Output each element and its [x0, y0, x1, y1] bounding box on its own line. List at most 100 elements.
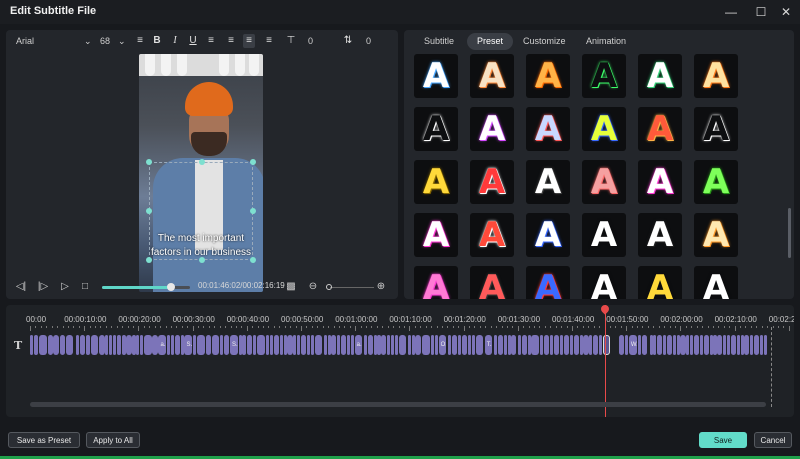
close-icon[interactable]: ✕: [776, 3, 796, 21]
subtitle-clip[interactable]: [327, 335, 331, 355]
subtitle-clip[interactable]: [727, 335, 731, 355]
subtitle-clip[interactable]: [690, 335, 694, 355]
preset-tile[interactable]: A: [582, 213, 626, 257]
timeline-scrollbar[interactable]: [30, 402, 766, 407]
subtitle-clip[interactable]: [238, 335, 242, 355]
subtitle-clip[interactable]: [266, 335, 270, 355]
subtitle-clip[interactable]: [112, 335, 116, 355]
preset-tile[interactable]: A: [414, 107, 458, 151]
subtitle-clip[interactable]: [589, 335, 593, 355]
subtitle-clip[interactable]: [297, 335, 301, 355]
italic-button[interactable]: I: [169, 34, 181, 48]
zoom-slider[interactable]: [330, 287, 374, 288]
subtitle-clip[interactable]: [347, 335, 351, 355]
subtitle-clip[interactable]: [750, 335, 754, 355]
subtitle-clip[interactable]: [377, 335, 381, 355]
preset-tile[interactable]: A: [582, 160, 626, 204]
subtitle-clip[interactable]: [653, 335, 657, 355]
preset-tile[interactable]: A: [694, 107, 738, 151]
subtitle-clip[interactable]: [703, 335, 709, 355]
font-size-select[interactable]: 68 ⌄: [100, 34, 128, 48]
timeline[interactable]: 00:00 00:00:10:00 00:00:20:00 00:00:30:00 00…: [6, 305, 794, 417]
align-left-icon[interactable]: ≡: [205, 34, 217, 48]
preset-tile[interactable]: A: [414, 213, 458, 257]
previous-frame-icon[interactable]: ◁|: [14, 280, 28, 294]
subtitle-clip[interactable]: [563, 335, 569, 355]
subtitle-clip[interactable]: [85, 335, 90, 355]
preset-tile[interactable]: A: [470, 107, 514, 151]
subtitle-clip[interactable]: [136, 335, 140, 355]
time-ruler[interactable]: 00:00 00:00:10:00 00:00:20:00 00:00:30:00 00…: [6, 311, 794, 331]
preset-tile[interactable]: A: [470, 54, 514, 98]
subtitle-clip[interactable]: [709, 335, 713, 355]
subtitle-clip[interactable]: [560, 335, 564, 355]
subtitle-clip[interactable]: [180, 335, 184, 355]
preset-tile[interactable]: A: [638, 107, 682, 151]
subtitle-clip[interactable]: [657, 335, 663, 355]
resize-handle[interactable]: [146, 159, 152, 165]
subtitle-clip[interactable]: [132, 335, 136, 355]
subtitle-clip[interactable]: [373, 335, 377, 355]
subtitle-clip[interactable]: [507, 335, 511, 355]
vertical-align-icon[interactable]: ⊤: [285, 34, 297, 48]
preset-tile[interactable]: A: [526, 160, 570, 204]
stop-icon[interactable]: □: [78, 280, 92, 294]
preset-tile[interactable]: A: [582, 266, 626, 299]
subtitle-clip[interactable]: [109, 335, 113, 355]
subtitle-clip[interactable]: [314, 335, 323, 355]
preset-tile[interactable]: A: [526, 213, 570, 257]
subtitle-clip[interactable]: [60, 335, 65, 355]
subtitle-clip[interactable]: [99, 335, 105, 355]
subtitle-clip[interactable]: [143, 335, 152, 355]
preset-tile[interactable]: A: [470, 213, 514, 257]
underline-button[interactable]: U: [187, 34, 199, 48]
preset-tile[interactable]: A: [414, 54, 458, 98]
zoom-out-icon[interactable]: ⊖: [306, 280, 320, 294]
line-spacing-value[interactable]: 0: [366, 34, 382, 48]
video-preview[interactable]: The most important factors in our busine…: [139, 54, 263, 292]
subtitle-clip[interactable]: [663, 335, 667, 355]
subtitle-clip[interactable]: [699, 335, 703, 355]
subtitle-clip[interactable]: [649, 335, 653, 355]
subtitle-clip[interactable]: [641, 335, 648, 355]
subtitle-clip[interactable]: [497, 335, 503, 355]
text-spacing-icon[interactable]: ≡: [134, 34, 146, 48]
subtitle-clip[interactable]: [257, 335, 265, 355]
preset-tile[interactable]: A: [638, 54, 682, 98]
subtitle-clip[interactable]: [624, 335, 628, 355]
subtitle-clip[interactable]: [686, 335, 690, 355]
resize-handle[interactable]: [199, 159, 205, 165]
font-family-select[interactable]: Arial ⌄: [16, 34, 92, 48]
subtitle-clip[interactable]: a...: [158, 335, 167, 355]
subtitle-clip[interactable]: [279, 335, 283, 355]
preset-tile[interactable]: A: [526, 54, 570, 98]
preset-tile[interactable]: A: [414, 160, 458, 204]
subtitle-clip[interactable]: [638, 335, 642, 355]
subtitle-clip[interactable]: [527, 335, 531, 355]
subtitle-clip[interactable]: [531, 335, 540, 355]
subtitle-clip[interactable]: [246, 335, 252, 355]
subtitle-clip[interactable]: [306, 335, 311, 355]
subtitle-clip[interactable]: [287, 335, 293, 355]
preset-tile[interactable]: A: [694, 160, 738, 204]
subtitle-clip[interactable]: [53, 335, 60, 355]
subtitle-clip[interactable]: [676, 335, 680, 355]
resize-handle[interactable]: [250, 208, 256, 214]
align-center-icon[interactable]: ≡: [225, 34, 237, 48]
subtitle-clip[interactable]: [122, 335, 126, 355]
subtitle-clip[interactable]: [224, 335, 230, 355]
subtitle-clip[interactable]: [493, 335, 498, 355]
subtitle-clip[interactable]: [543, 335, 549, 355]
tab-subtitle[interactable]: Subtitle: [414, 33, 464, 50]
subtitle-clip[interactable]: [744, 335, 750, 355]
play-icon[interactable]: ▷: [58, 280, 72, 294]
subtitle-clip[interactable]: [394, 335, 398, 355]
subtitle-clip[interactable]: [579, 335, 583, 355]
subtitle-clip[interactable]: [398, 335, 407, 355]
subtitle-clip[interactable]: [167, 335, 171, 355]
subtitle-clip[interactable]: [323, 335, 327, 355]
subtitle-clip[interactable]: [550, 335, 554, 355]
subtitle-clip[interactable]: [196, 335, 205, 355]
tab-customize[interactable]: Customize: [513, 33, 576, 50]
next-frame-icon[interactable]: |▷: [36, 280, 50, 294]
